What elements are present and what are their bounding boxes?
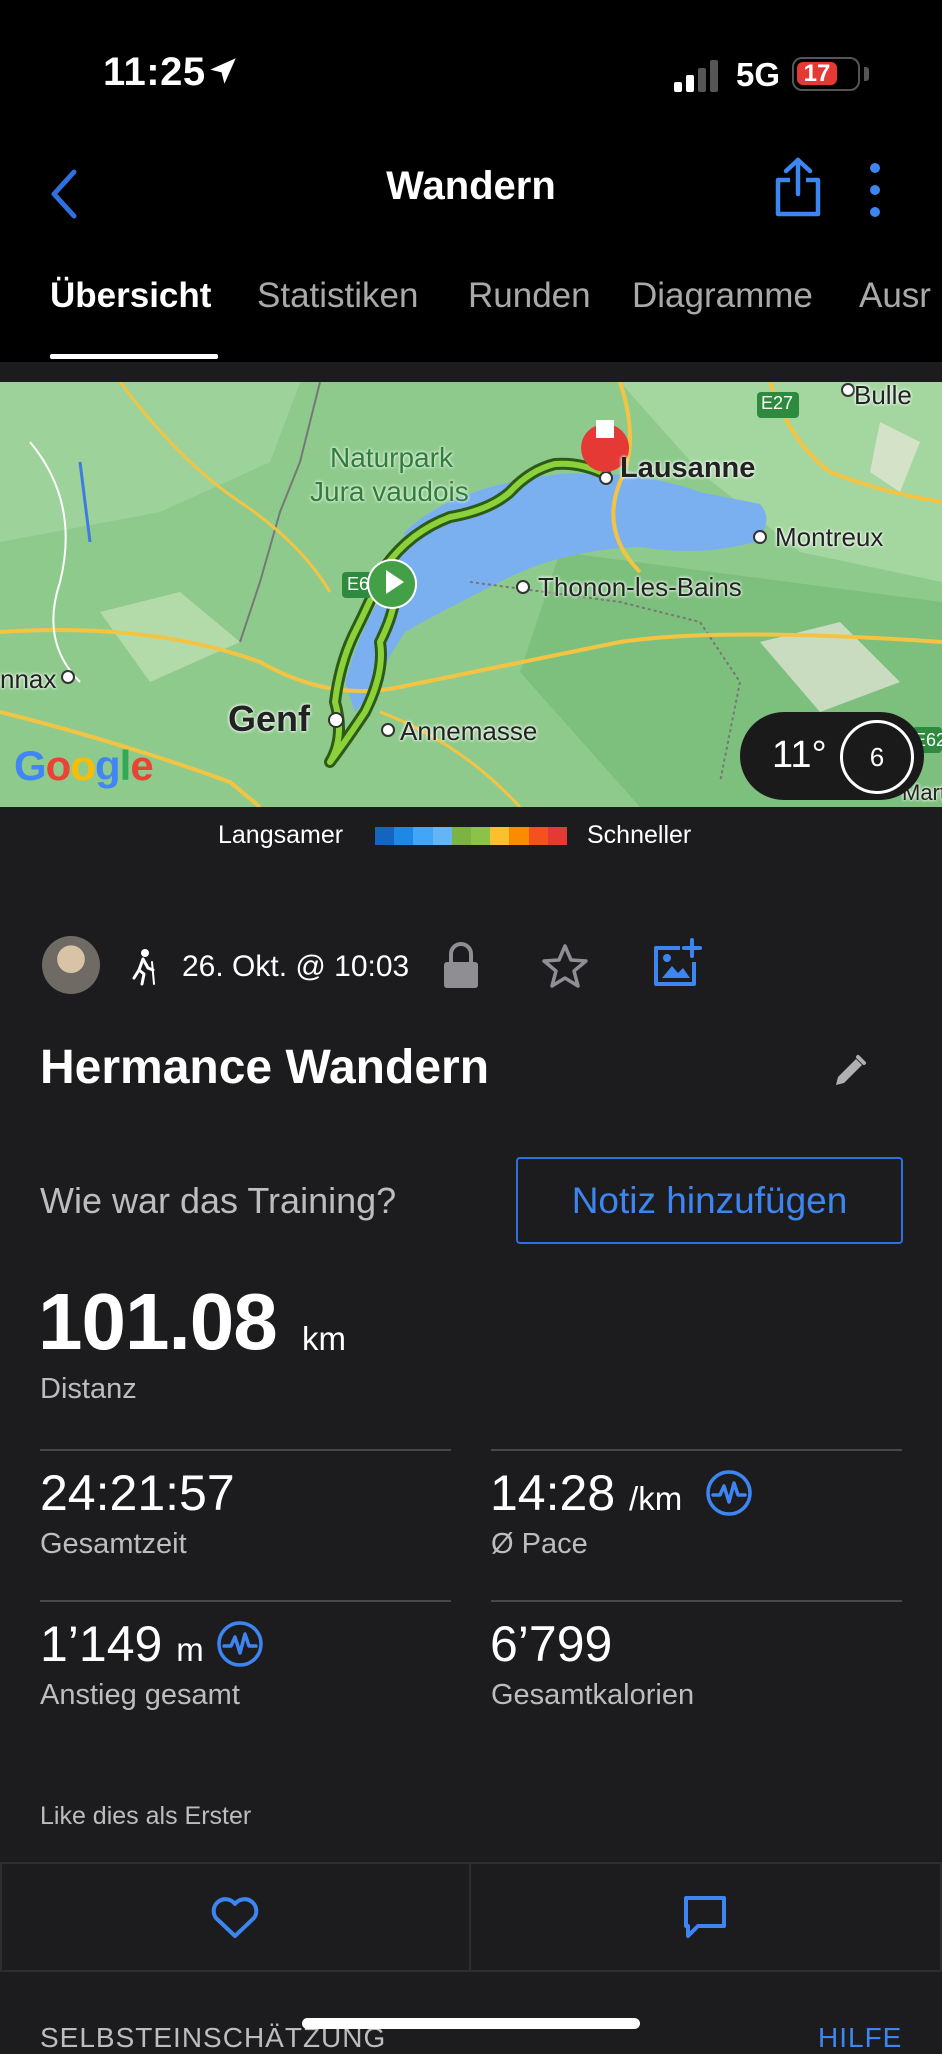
ascent-stat: 1’149 m bbox=[40, 1615, 204, 1673]
add-note-button[interactable]: Notiz hinzufügen bbox=[516, 1157, 903, 1244]
map-label-thonon: Thonon-les-Bains bbox=[538, 572, 742, 602]
pace-unit: /km bbox=[629, 1480, 683, 1517]
activity-date: 26. Okt. @ 10:03 bbox=[182, 950, 410, 983]
divider bbox=[491, 1600, 902, 1602]
legend-color-segment bbox=[471, 827, 491, 845]
ascent-chart-icon[interactable] bbox=[216, 1620, 264, 1668]
divider bbox=[40, 1600, 451, 1602]
signal-icon bbox=[674, 60, 718, 92]
training-question: Wie war das Training? bbox=[40, 1180, 397, 1221]
distance-value: 101.08 bbox=[38, 1277, 278, 1366]
divider bbox=[40, 1449, 451, 1451]
avatar[interactable] bbox=[42, 936, 100, 994]
distance-label: Distanz bbox=[40, 1373, 137, 1405]
home-indicator bbox=[302, 2018, 640, 2029]
nav-header: Wandern bbox=[0, 140, 942, 250]
network-type: 5G bbox=[736, 56, 781, 93]
ascent-unit: m bbox=[176, 1631, 204, 1668]
map-label-lausanne: Lausanne bbox=[620, 452, 756, 484]
total-time-label: Gesamtzeit bbox=[40, 1528, 187, 1560]
weather-badge: 11° 6 bbox=[740, 712, 924, 800]
battery-icon: 17 bbox=[792, 57, 860, 91]
activity-title: Hermance Wandern bbox=[40, 1041, 490, 1094]
heart-icon[interactable] bbox=[210, 1896, 260, 1940]
map-label-genf: Genf bbox=[228, 698, 311, 739]
star-icon[interactable] bbox=[540, 942, 590, 990]
tab-runden[interactable]: Runden bbox=[468, 276, 591, 316]
legend-color-segment bbox=[509, 827, 529, 845]
tab-bar: Übersicht Statistiken Runden Diagramme A… bbox=[0, 250, 942, 362]
route-map[interactable]: Bulle E27 Lausanne Naturpark Jura vaudoi… bbox=[0, 382, 942, 807]
legend-slower: Langsamer bbox=[218, 821, 344, 849]
social-action-bar bbox=[0, 1862, 942, 1972]
legend-faster: Schneller bbox=[587, 821, 692, 849]
status-bar: 11:25 5G 17 bbox=[0, 0, 942, 140]
google-logo: Google bbox=[14, 742, 154, 789]
total-time-value: 24:21:57 bbox=[40, 1465, 235, 1521]
lock-icon[interactable] bbox=[440, 940, 482, 990]
calories-label: Gesamtkalorien bbox=[491, 1679, 695, 1711]
map-label-naturpark: Naturpark bbox=[330, 442, 453, 473]
battery-level: 17 bbox=[797, 62, 837, 86]
tab-gap bbox=[0, 362, 942, 382]
help-link[interactable]: HILFE bbox=[818, 2022, 902, 2054]
map-label-e6: E6 bbox=[347, 574, 370, 594]
ascent-label: Anstieg gesamt bbox=[40, 1679, 240, 1711]
pace-chart-icon[interactable] bbox=[705, 1469, 753, 1517]
status-time: 11:25 bbox=[103, 50, 206, 94]
map-label-annemasse: Annemasse bbox=[400, 716, 538, 746]
calories-value: 6’799 bbox=[490, 1616, 613, 1672]
pace-stat: 14:28 /km bbox=[490, 1464, 682, 1522]
tab-ausruestung[interactable]: Ausr bbox=[859, 276, 931, 316]
pace-value: 14:28 bbox=[490, 1465, 616, 1521]
map-label-jura: Jura vaudois bbox=[310, 476, 469, 507]
comment-icon[interactable] bbox=[682, 1894, 728, 1940]
pace-label: Ø Pace bbox=[491, 1528, 588, 1560]
legend-color-segment bbox=[547, 827, 568, 845]
wind-speed: 6 bbox=[869, 742, 885, 772]
map-label-bulle: Bulle bbox=[854, 382, 912, 410]
legend-color-bar bbox=[375, 827, 568, 845]
pace-legend: Langsamer Schneller bbox=[0, 807, 942, 867]
map-label-montreux: Montreux bbox=[775, 522, 884, 552]
weather-temperature: 11° bbox=[772, 734, 827, 776]
tab-uebersicht[interactable]: Übersicht bbox=[50, 276, 211, 316]
ascent-value: 1’149 bbox=[40, 1616, 163, 1672]
edit-pencil-icon[interactable] bbox=[832, 1053, 868, 1089]
hiking-icon bbox=[132, 949, 155, 986]
like-first-text: Like dies als Erster bbox=[40, 1802, 252, 1830]
map-label-nnax: nnax bbox=[0, 664, 57, 694]
share-icon[interactable] bbox=[772, 156, 824, 218]
legend-color-segment bbox=[413, 827, 433, 845]
legend-color-segment bbox=[432, 827, 452, 845]
more-vertical-icon[interactable] bbox=[860, 160, 890, 220]
legend-color-segment bbox=[394, 827, 414, 845]
location-arrow-icon bbox=[210, 58, 236, 84]
legend-color-segment bbox=[451, 827, 472, 845]
activity-meta-row: 26. Okt. @ 10:03 bbox=[0, 930, 942, 1002]
wind-speed-icon: 6 bbox=[840, 720, 914, 794]
add-photo-icon[interactable] bbox=[650, 938, 702, 990]
active-tab-indicator bbox=[50, 354, 218, 359]
legend-color-segment bbox=[375, 827, 395, 845]
legend-color-segment bbox=[490, 827, 510, 845]
battery-cap bbox=[864, 67, 869, 81]
distance-unit: km bbox=[302, 1320, 346, 1357]
legend-color-segment bbox=[528, 827, 548, 845]
divider bbox=[491, 1449, 902, 1451]
tab-statistiken[interactable]: Statistiken bbox=[257, 276, 418, 316]
map-label-e27: E27 bbox=[761, 393, 794, 413]
tab-diagramme[interactable]: Diagramme bbox=[632, 276, 813, 316]
